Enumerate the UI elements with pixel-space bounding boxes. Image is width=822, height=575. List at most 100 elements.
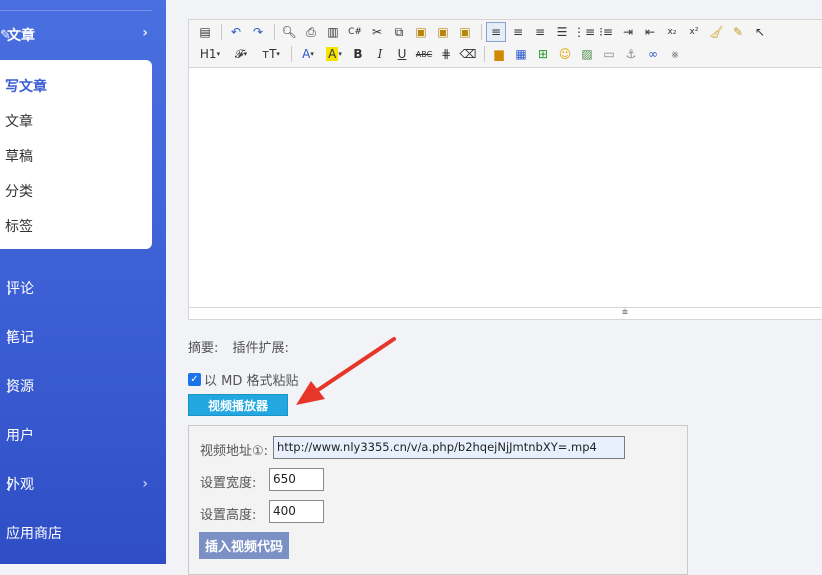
sidebar: ✎ 文章 › 写文章 文章 草稿 分类 标签 ▕ 评论 ▕ 笔记 ▕ 资源 用户… <box>0 0 166 564</box>
toolbar-separator <box>291 46 292 62</box>
editor-content-area[interactable] <box>189 69 822 307</box>
sidebar-item-label: 外观 <box>6 477 34 493</box>
articles-submenu: 写文章 文章 草稿 分类 标签 <box>0 60 152 249</box>
chevron-right-icon: › <box>142 476 148 492</box>
align-left-icon[interactable]: ≡ <box>486 22 506 42</box>
cut-icon[interactable]: ✂ <box>367 22 387 42</box>
insert-video-code-button[interactable]: 插入视频代码 <box>199 532 289 559</box>
outdent-icon[interactable]: ⇤ <box>640 22 660 42</box>
sidebar-item-comments[interactable]: ▕ 评论 <box>0 277 166 299</box>
md-paste-checkbox[interactable]: ✓ <box>188 373 201 386</box>
align-right-icon[interactable]: ≡ <box>530 22 550 42</box>
sidebar-item-label: 用户 <box>6 428 34 444</box>
copy-icon[interactable]: ⧉ <box>389 22 409 42</box>
heading-select[interactable]: H1 ▾ <box>195 44 225 64</box>
video-player-button[interactable]: 视频播放器 <box>188 394 288 416</box>
sidebar-item-articles[interactable]: ✎ 文章 › <box>0 22 166 48</box>
summary-row: 摘要: 插件扩展: <box>188 337 299 356</box>
video-url-input[interactable]: http://www.nly3355.cn/v/a.php/b2hqejNjJm… <box>273 436 625 459</box>
preview-icon[interactable]: 🔍︎ <box>279 22 299 42</box>
chevron-right-icon: › <box>142 25 148 41</box>
source-icon[interactable]: ▤ <box>195 22 215 42</box>
undo-icon[interactable]: ↶ <box>226 22 246 42</box>
toolbar-separator <box>274 24 275 40</box>
toolbar-separator <box>481 24 482 40</box>
sidebar-item-label: 资源 <box>6 379 34 395</box>
italic-button[interactable]: I <box>370 44 390 64</box>
insert-row-icon[interactable]: ⊞ <box>533 44 553 64</box>
toolbar-row-2: H1 ▾ 𝓕 ▾ ᴛT ▾ A ▾ A ▾ B I U ABC ⋕ ⌫ ▆ ▦ ⊞ ☺ ▨… <box>195 44 687 64</box>
summary-label[interactable]: 摘要: <box>188 341 218 356</box>
toolbar-separator <box>484 46 485 62</box>
resize-handle-icon[interactable]: ⩧ <box>622 307 628 318</box>
sidebar-item-app-store[interactable]: 应用商店 <box>0 522 166 544</box>
select-all-icon[interactable]: ✎ <box>728 22 748 42</box>
align-justify-icon[interactable]: ☰ <box>552 22 572 42</box>
bold-button[interactable]: B <box>348 44 368 64</box>
md-paste-option[interactable]: ✓ 以 MD 格式粘贴 <box>188 370 299 389</box>
pointer-icon[interactable]: ↖ <box>750 22 770 42</box>
sidebar-divider <box>0 10 152 11</box>
unlink-icon[interactable]: ⨳ <box>665 44 685 64</box>
clear-format-icon[interactable]: 🧹︎ <box>706 22 726 42</box>
paste-word-icon[interactable]: ▣ <box>455 22 475 42</box>
link-icon[interactable]: ∞ <box>643 44 663 64</box>
strikethrough-button[interactable]: ABC <box>414 44 434 64</box>
submenu-item-tags[interactable]: 标签 <box>5 216 33 236</box>
table-icon[interactable]: ▦ <box>511 44 531 64</box>
template-icon[interactable]: ▥ <box>323 22 343 42</box>
horizontal-rule-icon[interactable]: ⋕ <box>436 44 456 64</box>
font-family-label: 𝓕 <box>234 46 244 61</box>
print-icon[interactable]: ⎙ <box>301 22 321 42</box>
superscript-icon[interactable]: x² <box>684 22 704 42</box>
highlight-button[interactable]: A ▾ <box>322 44 346 64</box>
caret-down-icon: ▾ <box>243 50 248 58</box>
submenu-item-write-article[interactable]: 写文章 <box>5 76 47 96</box>
sidebar-item-users[interactable]: 用户 <box>0 424 166 446</box>
ordered-list-icon[interactable]: ⋮≡ <box>573 22 595 42</box>
sidebar-item-label: 应用商店 <box>6 526 62 542</box>
heading-label: H1 <box>199 47 217 61</box>
font-color-button[interactable]: A ▾ <box>296 44 320 64</box>
unordered-list-icon[interactable]: ⁝≡ <box>596 22 616 42</box>
align-center-icon[interactable]: ≡ <box>508 22 528 42</box>
code-icon[interactable]: C# <box>345 22 365 42</box>
page-break-icon[interactable]: ▭ <box>599 44 619 64</box>
paste-text-icon[interactable]: ▣ <box>433 22 453 42</box>
caret-down-icon: ▾ <box>276 50 280 58</box>
video-url-label: 视频地址①: <box>200 444 269 459</box>
media-icon[interactable]: ▨ <box>577 44 597 64</box>
pen-icon: ✎ <box>0 27 11 43</box>
caret-down-icon: ▾ <box>310 50 314 58</box>
plugin-extension-label[interactable]: 插件扩展: <box>233 341 289 356</box>
caret-down-icon: ▾ <box>216 50 221 58</box>
font-size-label: ᴛT <box>262 47 277 61</box>
width-input[interactable]: 650 <box>269 468 324 491</box>
editor-toolbar: ▤ ↶ ↷ 🔍︎ ⎙ ▥ C# ✂ ⧉ ▣ ▣ ▣ ≡ ≡ ≡ ☰ ⋮≡ ⁝≡ … <box>189 20 822 68</box>
video-settings-panel: 视频地址①: http://www.nly3355.cn/v/a.php/b2h… <box>188 425 688 575</box>
submenu-item-drafts[interactable]: 草稿 <box>5 146 33 166</box>
editor-statusbar: ⩧ <box>189 307 822 319</box>
caret-down-icon: ▾ <box>338 50 342 58</box>
font-family-select[interactable]: 𝓕 ▾ <box>227 44 255 64</box>
paste-icon[interactable]: ▣ <box>411 22 431 42</box>
toolbar-separator <box>221 24 222 40</box>
md-paste-label: 以 MD 格式粘贴 <box>204 374 299 389</box>
submenu-item-categories[interactable]: 分类 <box>5 181 33 201</box>
anchor-icon[interactable]: ⚓︎ <box>621 44 641 64</box>
font-color-label: A <box>302 47 311 61</box>
underline-button[interactable]: U <box>392 44 412 64</box>
sidebar-item-resources[interactable]: ▕ 资源 <box>0 375 166 397</box>
sidebar-item-notes[interactable]: ▕ 笔记 <box>0 326 166 348</box>
sidebar-item-label: 笔记 <box>6 330 34 346</box>
font-size-select[interactable]: ᴛT ▾ <box>257 44 285 64</box>
submenu-item-articles[interactable]: 文章 <box>5 111 33 131</box>
subscript-icon[interactable]: x₂ <box>662 22 682 42</box>
redo-icon[interactable]: ↷ <box>248 22 268 42</box>
sidebar-item-appearance[interactable]: ▕ 外观 › <box>0 473 166 495</box>
height-input[interactable]: 400 <box>269 500 324 523</box>
image-icon[interactable]: ▆ <box>489 44 509 64</box>
emoji-icon[interactable]: ☺ <box>555 44 575 64</box>
indent-icon[interactable]: ⇥ <box>618 22 638 42</box>
eraser-icon[interactable]: ⌫ <box>458 44 478 64</box>
